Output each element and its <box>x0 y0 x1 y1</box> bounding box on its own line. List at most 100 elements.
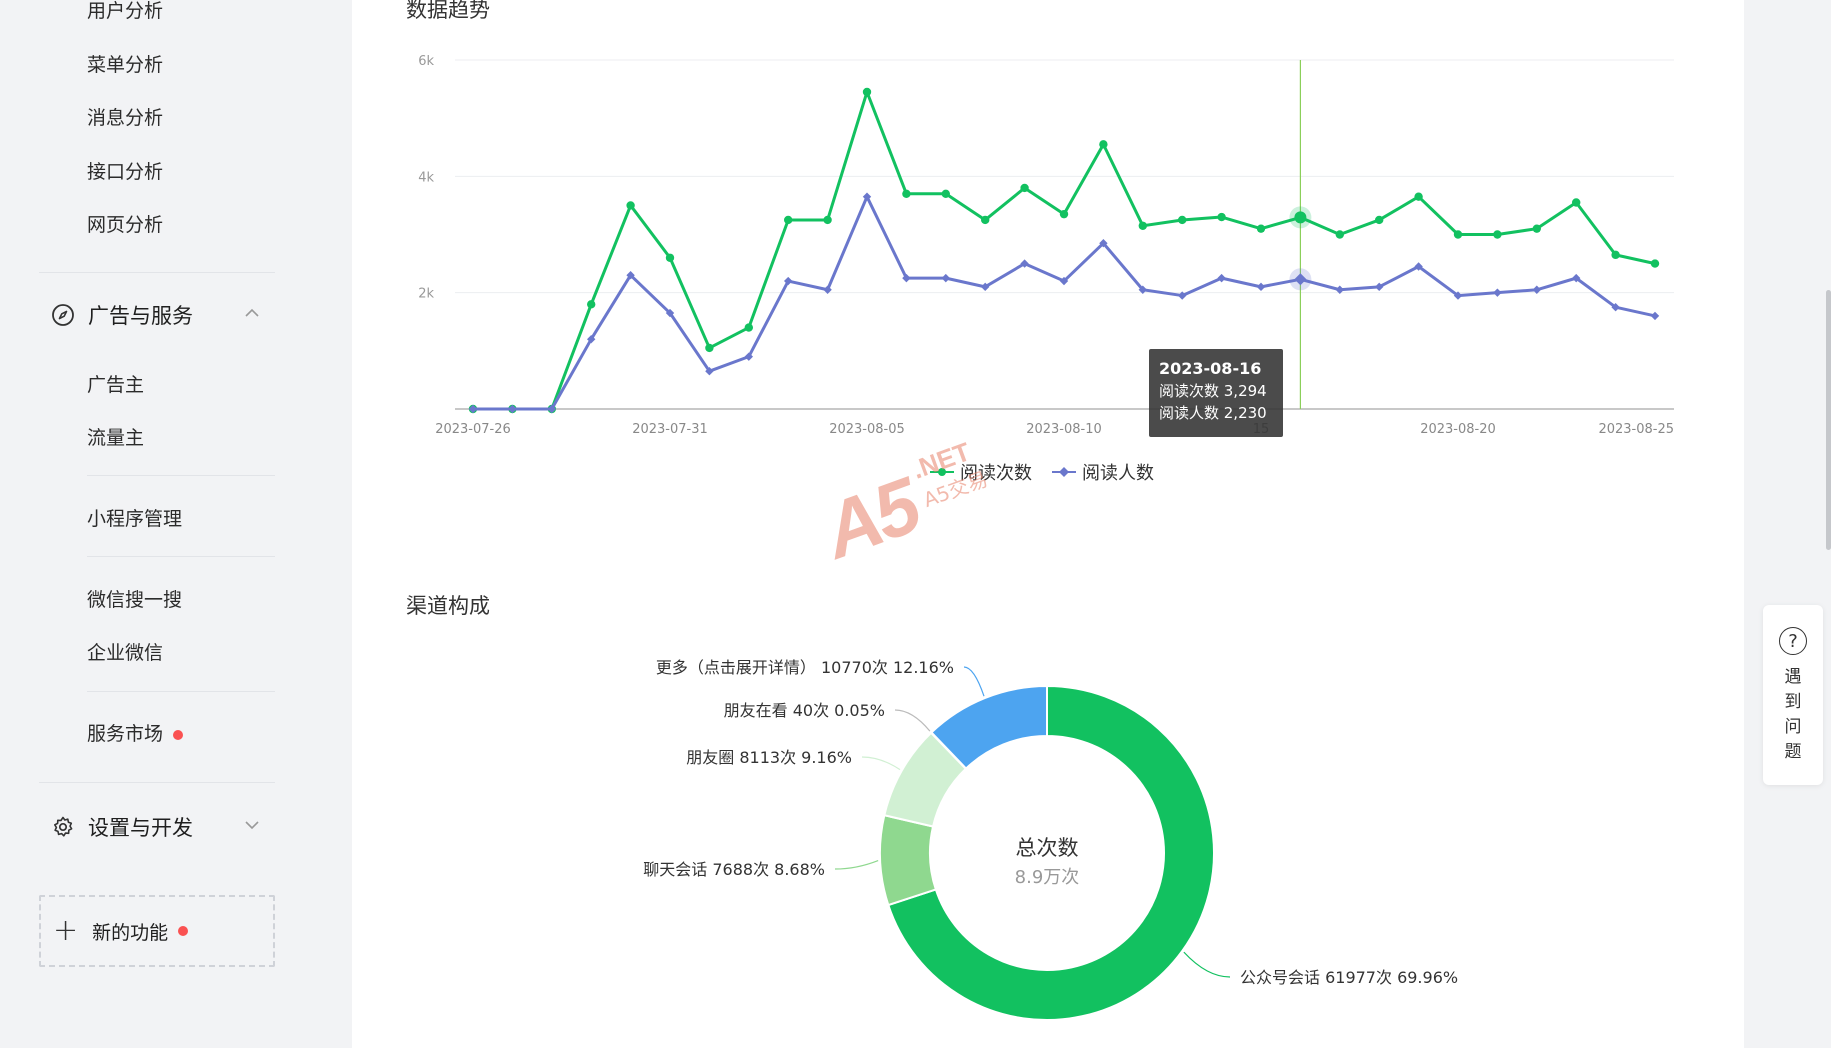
gear-icon <box>50 814 76 840</box>
data-point <box>1178 215 1187 225</box>
donut-center-value: 8.9万次 <box>1015 867 1080 888</box>
compass-icon <box>50 302 76 328</box>
chevron-up-icon[interactable] <box>242 303 262 323</box>
sidebar-item-publisher[interactable]: 流量主 <box>87 423 144 450</box>
series-line <box>473 195 1656 411</box>
legend-label: 阅读人数 <box>1082 463 1154 484</box>
sidebar-item-user-analysis[interactable]: 用户分析 <box>87 0 163 23</box>
data-point <box>1020 183 1029 193</box>
data-point <box>981 215 990 225</box>
main-panel: 数据趋势 2k 4k 6k 2023-07-26 2023-07-31 2023-08-0… <box>352 0 1744 1048</box>
legend-swatch-marker <box>938 468 946 476</box>
sidebar: 用户分析 菜单分析 消息分析 接口分析 网页分析 广告与服务 广告主 流量主 小… <box>0 0 352 1048</box>
data-point <box>1256 224 1266 233</box>
notification-dot <box>173 729 184 740</box>
x-tick-label: 2023-07-31 <box>632 422 708 437</box>
donut-label: 更多（点击展开详情） 10770次 12.16% <box>656 658 954 677</box>
data-point <box>626 201 635 210</box>
data-point <box>1493 230 1502 239</box>
x-tick-label: 2023-08-25 <box>1598 422 1674 437</box>
channel-section-title: 渠道构成 <box>406 594 490 618</box>
sidebar-group-ads[interactable]: 广告与服务 <box>50 300 193 330</box>
help-widget[interactable]: ? 遇到问题 <box>1763 605 1823 785</box>
data-point <box>1532 224 1542 233</box>
data-point <box>1493 288 1502 297</box>
tooltip-date: 2023-08-16 <box>1159 359 1262 378</box>
data-point <box>665 253 675 262</box>
data-point <box>1294 211 1307 224</box>
donut-leader-line <box>1183 951 1231 978</box>
divider <box>87 475 275 476</box>
data-point <box>1572 198 1581 207</box>
data-point <box>1138 221 1147 230</box>
help-label: 遇到问题 <box>1784 667 1802 762</box>
x-tick-label: 2023-08-10 <box>1026 422 1102 437</box>
question-icon: ? <box>1779 627 1807 655</box>
plus-icon: + <box>53 913 79 948</box>
sidebar-item-menu-analysis[interactable]: 菜单分析 <box>87 50 163 77</box>
sidebar-item-work-wechat[interactable]: 企业微信 <box>87 638 163 665</box>
donut-label: 朋友圈 8113次 9.16% <box>686 748 852 767</box>
data-point <box>1256 282 1266 292</box>
x-tick-label: 2023-08-20 <box>1420 422 1496 437</box>
data-point <box>587 300 596 309</box>
divider <box>87 556 275 557</box>
sidebar-item-service-market-label: 服务市场 <box>87 723 164 745</box>
data-point <box>1611 250 1620 260</box>
data-point <box>1453 230 1463 239</box>
divider <box>39 782 275 783</box>
tooltip-reads: 阅读次数 3,294 <box>1159 382 1267 400</box>
data-point <box>1335 230 1344 239</box>
data-point <box>1414 192 1423 201</box>
data-point <box>1099 140 1108 149</box>
chevron-down-icon[interactable] <box>242 815 262 835</box>
divider <box>87 691 275 692</box>
x-tick-label: 2023-08-05 <box>829 422 905 437</box>
data-point <box>823 215 832 225</box>
scrollbar[interactable] <box>1826 290 1831 550</box>
donut-label: 公众号会话 61977次 69.96% <box>1240 968 1458 987</box>
data-point <box>1650 311 1660 321</box>
channel-donut-chart[interactable]: 公众号会话 61977次 69.96% 聊天会话 7688次 8.68% 朋友圈 8… <box>352 628 1744 1048</box>
data-point <box>784 215 793 225</box>
sidebar-item-message-analysis[interactable]: 消息分析 <box>87 103 163 130</box>
x-tick-label: 2023-07-26 <box>435 422 511 437</box>
sidebar-item-web-analysis[interactable]: 网页分析 <box>87 210 163 237</box>
tooltip-readers: 阅读人数 2,230 <box>1159 404 1267 422</box>
data-point <box>1650 259 1660 268</box>
sidebar-item-advertiser[interactable]: 广告主 <box>87 370 144 397</box>
new-feature-button[interactable]: + 新的功能 <box>39 895 275 967</box>
y-tick-label: 4k <box>418 170 434 185</box>
data-point <box>705 343 714 353</box>
trend-line-chart[interactable]: 2k 4k 6k 2023-07-26 2023-07-31 2023-08-05 2023… <box>352 0 1744 500</box>
new-feature-label: 新的功能 <box>92 921 169 944</box>
series-line <box>473 90 1656 411</box>
data-point <box>1217 212 1226 222</box>
sidebar-group-settings-label: 设置与开发 <box>88 816 193 840</box>
data-point <box>941 273 950 283</box>
y-tick-label: 6k <box>418 54 434 69</box>
sidebar-item-wechat-search[interactable]: 微信搜一搜 <box>87 585 182 612</box>
divider <box>39 272 275 273</box>
donut-center-label: 总次数 <box>1016 836 1079 860</box>
data-point <box>941 189 950 198</box>
sidebar-item-miniprogram[interactable]: 小程序管理 <box>87 504 182 531</box>
donut-leader-line <box>963 666 985 697</box>
donut-leader-line <box>861 756 901 771</box>
sidebar-item-api-analysis[interactable]: 接口分析 <box>87 157 163 184</box>
data-point <box>862 87 872 97</box>
legend-swatch-marker <box>1059 467 1069 477</box>
donut-label: 朋友在看 40次 0.05% <box>724 701 885 720</box>
y-tick-label: 2k <box>418 287 434 302</box>
sidebar-group-ads-label: 广告与服务 <box>88 304 193 328</box>
notification-dot <box>178 926 189 936</box>
sidebar-group-settings[interactable]: 设置与开发 <box>50 812 193 842</box>
data-point <box>1059 209 1069 219</box>
data-point <box>744 323 753 332</box>
donut-leader-line <box>834 859 879 870</box>
donut-label: 聊天会话 7688次 8.68% <box>643 860 825 879</box>
donut-slice <box>879 814 938 907</box>
sidebar-item-service-market[interactable]: 服务市场 <box>87 719 184 746</box>
data-point <box>1375 215 1384 225</box>
chart-tooltip: 2023-08-16 阅读次数 3,294 阅读人数 2,230 <box>1149 349 1283 437</box>
